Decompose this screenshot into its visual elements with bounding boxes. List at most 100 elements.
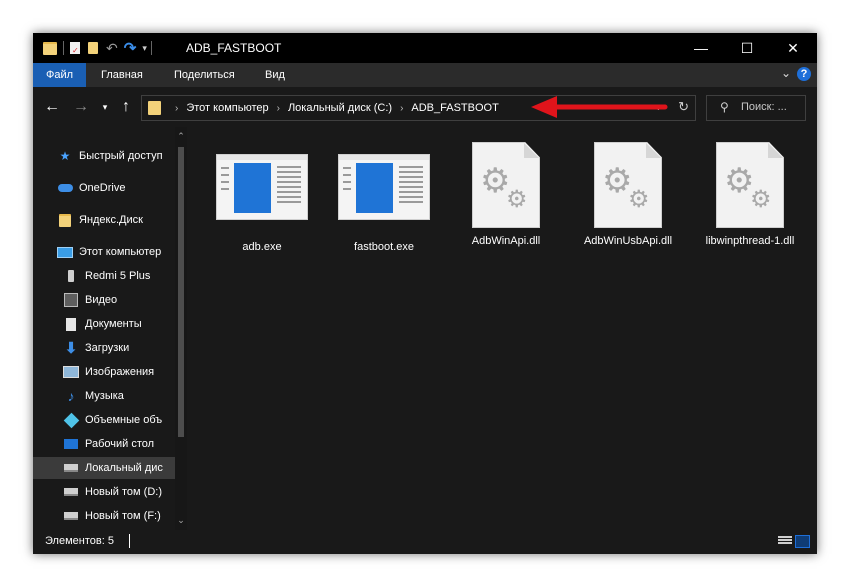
maximize-button[interactable]: ☐ xyxy=(724,33,770,63)
customize-toolbar-icon[interactable]: ▾ xyxy=(142,43,147,54)
sidebar-scrollbar[interactable]: ⌃ ⌄ xyxy=(175,127,187,530)
back-button[interactable]: ← xyxy=(42,97,62,117)
sidebar-item-label: Локальный дис xyxy=(85,462,163,474)
sidebar-item-label: Новый том (D:) xyxy=(85,486,162,498)
sidebar-item-label: Новый том (F:) xyxy=(85,510,161,522)
refresh-icon[interactable]: ↻ xyxy=(678,99,689,115)
search-box[interactable]: ⚲ Поиск: ... xyxy=(706,95,806,121)
file-item[interactable]: adb.exe xyxy=(210,154,314,254)
sidebar-item-label: Яндекс.Диск xyxy=(79,214,143,226)
search-icon: ⚲ xyxy=(720,100,729,114)
file-name: AdbWinUsbApi.dll xyxy=(583,235,673,247)
computer-icon xyxy=(57,245,73,259)
undo-icon[interactable]: ↶ xyxy=(106,40,118,57)
sidebar-item-label: Быстрый доступ xyxy=(79,150,163,162)
tab-home[interactable]: Главная xyxy=(101,63,143,87)
file-name: AdbWinApi.dll xyxy=(471,235,541,247)
scroll-up-icon[interactable]: ⌃ xyxy=(175,131,187,142)
sidebar-item-local-disk[interactable]: Локальный дис xyxy=(33,457,175,479)
folder-icon xyxy=(148,101,161,115)
file-name: adb.exe xyxy=(242,241,282,253)
large-icons-view-icon[interactable] xyxy=(795,535,810,548)
properties-icon[interactable]: ✓ xyxy=(70,42,80,55)
cube-icon xyxy=(63,412,79,428)
dll-file-icon: ⚙ ⚙ xyxy=(472,142,540,228)
breadcrumb-separator: › xyxy=(400,102,404,114)
gear-icon: ⚙ xyxy=(628,186,650,213)
star-icon: ★ xyxy=(59,149,71,163)
file-name: fastboot.exe xyxy=(354,241,414,253)
document-icon xyxy=(63,317,79,331)
sidebar-item-label: OneDrive xyxy=(79,182,126,194)
recent-locations-button[interactable]: ▾ xyxy=(95,97,115,117)
tab-file[interactable]: Файл xyxy=(33,63,86,87)
file-item[interactable]: fastboot.exe xyxy=(332,154,436,254)
tab-share[interactable]: Поделиться xyxy=(174,63,235,87)
phone-icon xyxy=(63,269,79,283)
navigation-pane: ★ Быстрый доступ OneDrive Яндекс.Диск Эт… xyxy=(33,127,187,530)
desktop-icon xyxy=(63,437,79,451)
sidebar-item-label: Этот компьютер xyxy=(79,246,162,258)
scroll-down-icon[interactable]: ⌄ xyxy=(175,515,187,526)
new-folder-icon[interactable] xyxy=(88,42,98,54)
dll-file-icon: ⚙ ⚙ xyxy=(594,142,662,228)
exe-thumbnail-icon xyxy=(216,154,308,220)
explorer-window: ✓ ↶ ↷ ▾ ADB_FASTBOOT — ☐ ✕ Файл Главная … xyxy=(33,33,817,554)
video-icon xyxy=(63,293,79,307)
breadcrumb: › Этот компьютер › Локальный диск (C:) ›… xyxy=(148,96,499,120)
toolbar-divider xyxy=(63,41,64,55)
exe-thumbnail-icon xyxy=(338,154,430,220)
breadcrumb-local-disk[interactable]: Локальный диск (C:) xyxy=(288,102,392,114)
search-placeholder: Поиск: ... xyxy=(741,101,787,113)
scrollbar-thumb[interactable] xyxy=(178,147,184,437)
help-icon[interactable]: ? xyxy=(797,67,811,81)
breadcrumb-separator: › xyxy=(276,102,280,114)
gear-icon: ⚙ xyxy=(506,186,528,213)
tab-view[interactable]: Вид xyxy=(265,63,285,87)
image-icon xyxy=(63,365,79,379)
file-item[interactable]: ⚙ ⚙ AdbWinUsbApi.dll xyxy=(576,142,680,248)
close-button[interactable]: ✕ xyxy=(770,33,816,63)
sidebar-item-label: Рабочий стол xyxy=(85,438,155,450)
file-item[interactable]: ⚙ ⚙ libwinpthread-1.dll xyxy=(698,142,802,248)
status-divider xyxy=(129,534,130,548)
breadcrumb-current-folder[interactable]: ADB_FASTBOOT xyxy=(411,102,498,114)
title-bar: ✓ ↶ ↷ ▾ ADB_FASTBOOT — ☐ ✕ xyxy=(33,33,817,63)
gear-icon: ⚙ xyxy=(750,186,772,213)
item-count: Элементов: 5 xyxy=(45,535,114,547)
ribbon-tabs: Файл Главная Поделиться Вид ⌄ ? xyxy=(33,63,817,87)
minimize-button[interactable]: — xyxy=(678,33,724,63)
status-bar: Элементов: 5 xyxy=(33,530,817,554)
sidebar-item-label: Музыка xyxy=(85,390,124,402)
file-name: libwinpthread-1.dll xyxy=(705,235,795,247)
forward-button[interactable]: → xyxy=(71,97,91,117)
music-icon: ♪ xyxy=(67,388,75,404)
breadcrumb-this-pc[interactable]: Этот компьютер xyxy=(186,102,268,114)
up-button[interactable]: ↑ xyxy=(116,97,136,117)
download-icon: ⬇ xyxy=(64,340,78,357)
quick-access-toolbar: ✓ ↶ ↷ ▾ xyxy=(43,39,152,57)
redo-icon[interactable]: ↷ xyxy=(124,39,137,57)
dll-file-icon: ⚙ ⚙ xyxy=(716,142,784,228)
window-title: ADB_FASTBOOT xyxy=(186,41,282,55)
sidebar-item-label: Изображения xyxy=(85,366,155,378)
toolbar-divider xyxy=(150,41,152,55)
drive-icon xyxy=(63,461,79,475)
sidebar-item-label: Загрузки xyxy=(85,342,130,354)
sidebar-item-label: Документы xyxy=(85,318,142,330)
folder-icon xyxy=(43,41,57,55)
drive-icon xyxy=(63,485,79,499)
sidebar-item-label: Redmi 5 Plus xyxy=(85,270,151,282)
cloud-icon xyxy=(57,181,73,195)
folder-icon xyxy=(57,213,73,227)
drive-icon xyxy=(63,509,79,523)
file-item[interactable]: ⚙ ⚙ AdbWinApi.dll xyxy=(454,142,558,248)
red-arrow-annotation xyxy=(531,96,668,118)
file-list: adb.exe fastboot.exe ⚙ ⚙ AdbWinApi.dll ⚙ xyxy=(187,127,817,530)
navigation-bar: ← → ▾ ↑ › Этот компьютер › Локальный дис… xyxy=(33,87,817,127)
sidebar-item-label: Видео xyxy=(85,294,118,306)
details-view-icon[interactable] xyxy=(778,536,792,547)
sidebar-item-label: Объемные объ xyxy=(85,414,163,426)
expand-ribbon-icon[interactable]: ⌄ xyxy=(781,66,791,80)
breadcrumb-separator: › xyxy=(175,102,179,114)
